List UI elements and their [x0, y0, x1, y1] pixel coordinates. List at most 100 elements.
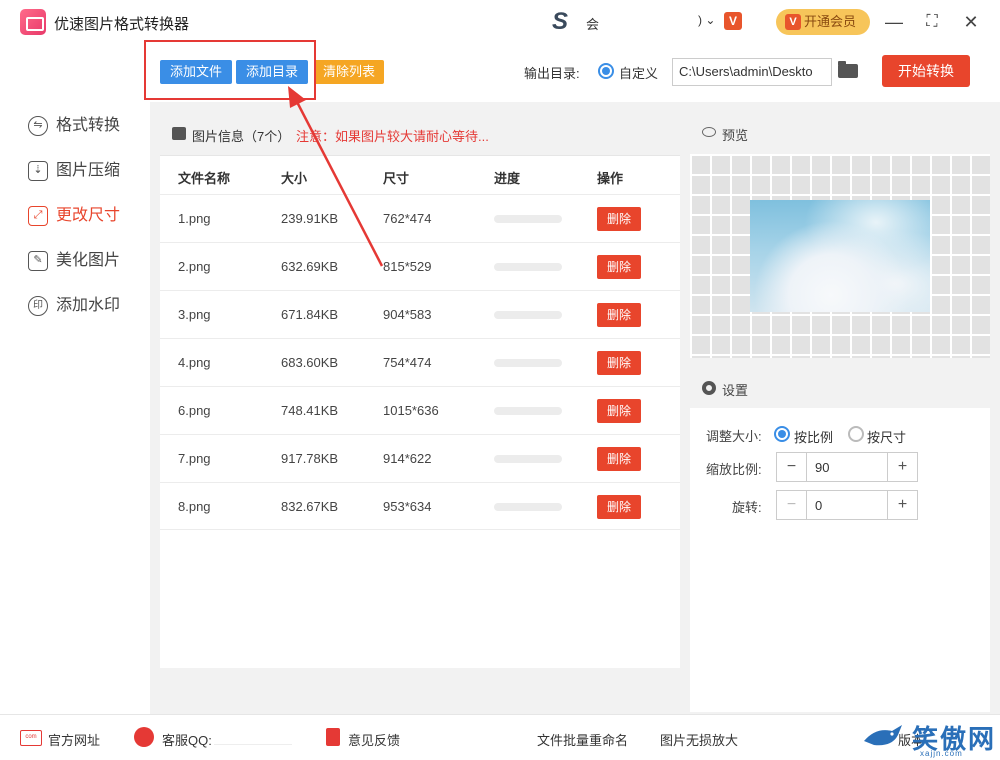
progress-bar: [494, 311, 562, 319]
file-list-title: 图片信息（7个）: [192, 129, 291, 144]
file-name: 3.png: [178, 307, 211, 322]
chevron-down-icon[interactable]: ) ⌄: [698, 13, 715, 27]
delete-button[interactable]: 删除: [597, 399, 641, 423]
file-name: 8.png: [178, 499, 211, 514]
output-path-field[interactable]: C:\Users\admin\Deskto: [672, 58, 832, 86]
delete-button[interactable]: 删除: [597, 447, 641, 471]
close-icon[interactable]: ✕: [957, 8, 985, 36]
clear-list-button[interactable]: 清除列表: [314, 60, 384, 84]
folder-icon[interactable]: [838, 61, 858, 78]
official-website-link[interactable]: 官方网址: [48, 730, 100, 749]
table-row[interactable]: 2.png 632.69KB 815*529 删除: [160, 242, 680, 290]
qq-number-redacted: [214, 731, 292, 745]
sidebar-item-label: 美化图片: [56, 252, 121, 269]
resize-by-size-label: 按尺寸: [867, 430, 907, 445]
file-size: 917.78KB: [281, 451, 339, 466]
vip-icon: V: [785, 14, 801, 30]
delete-button[interactable]: 删除: [597, 303, 641, 327]
delete-button[interactable]: 删除: [597, 495, 641, 519]
file-dims: 914*622: [383, 451, 432, 466]
watermark-url: xajjn.com: [920, 749, 963, 758]
output-custom-label: 自定义: [619, 66, 659, 81]
progress-bar: [494, 263, 562, 271]
feedback-link[interactable]: 意见反馈: [348, 730, 400, 749]
table-row[interactable]: 4.png 683.60KB 754*474 删除: [160, 338, 680, 386]
sidebar-item-beautify[interactable]: ✎ 美化图片: [28, 249, 120, 273]
sidebar-item-label: 添加水印: [56, 297, 121, 314]
file-size: 671.84KB: [281, 307, 339, 322]
delete-button[interactable]: 删除: [597, 351, 641, 375]
progress-bar: [494, 503, 562, 511]
sidebar-item-compress[interactable]: ⇣ 图片压缩: [28, 159, 120, 183]
settings-header: 设置: [690, 368, 990, 408]
scale-stepper[interactable]: − 90 +: [776, 452, 918, 482]
table-row[interactable]: 8.png 832.67KB 953*634 删除: [160, 482, 680, 530]
website-icon: com: [20, 730, 42, 746]
file-list-note: 注意：如果图片较大请耐心等待...: [296, 129, 489, 144]
support-qq-label[interactable]: 客服QQ:: [162, 730, 212, 749]
column-header-progress: 进度: [494, 171, 521, 186]
progress-bar: [494, 455, 562, 463]
beautify-icon: ✎: [28, 251, 48, 271]
sidebar-item-label: 更改尺寸: [56, 207, 121, 224]
vip-badge-icon: V: [724, 12, 742, 30]
batch-rename-link[interactable]: 文件批量重命名: [537, 730, 628, 749]
file-name: 4.png: [178, 355, 211, 370]
sidebar-item-watermark[interactable]: 印 添加水印: [28, 294, 120, 318]
open-vip-label: 开通会员: [804, 14, 857, 29]
minus-icon[interactable]: −: [777, 491, 807, 519]
maximize-icon[interactable]: ⛶: [918, 8, 946, 36]
resize-by-ratio-radio[interactable]: [774, 426, 790, 442]
delete-button[interactable]: 删除: [597, 207, 641, 231]
file-name: 1.png: [178, 211, 211, 226]
user-name[interactable]: 会: [586, 14, 599, 33]
plus-icon[interactable]: +: [887, 453, 917, 481]
settings-panel: 设置: [690, 368, 990, 712]
table-row[interactable]: 6.png 748.41KB 1015*636 删除: [160, 386, 680, 434]
progress-bar: [494, 215, 562, 223]
file-dims: 904*583: [383, 307, 432, 322]
compress-icon: ⇣: [28, 161, 48, 181]
open-vip-button[interactable]: V 开通会员: [776, 9, 870, 35]
sidebar-item-format-convert[interactable]: ⇋ 格式转换: [28, 114, 120, 138]
table-row[interactable]: 3.png 671.84KB 904*583 删除: [160, 290, 680, 338]
sidebar-item-label: 格式转换: [56, 117, 121, 134]
watermark-icon: 印: [28, 296, 48, 316]
app-logo-icon: [20, 9, 46, 35]
sidebar-item-resize[interactable]: ⤢ 更改尺寸: [28, 204, 120, 228]
file-name: 2.png: [178, 259, 211, 274]
scale-label: 缩放比例:: [706, 462, 762, 477]
file-name: 6.png: [178, 403, 211, 418]
column-header-action: 操作: [597, 171, 624, 186]
rotate-label: 旋转:: [732, 500, 762, 515]
minus-icon[interactable]: −: [777, 453, 807, 481]
format-convert-icon: ⇋: [28, 116, 48, 136]
user-avatar-icon[interactable]: S: [552, 8, 568, 36]
file-size: 683.60KB: [281, 355, 339, 370]
file-size: 748.41KB: [281, 403, 339, 418]
table-row[interactable]: 7.png 917.78KB 914*622 删除: [160, 434, 680, 482]
column-header-size: 大小: [281, 171, 308, 186]
app-title: 优速图片格式转换器: [54, 16, 190, 33]
title-bar: 优速图片格式转换器 S 会 ) ⌄ V V 开通会员 — ⛶ ✕: [0, 0, 1000, 44]
bottom-bar: com 官方网址 客服QQ: 意见反馈 文件批量重命名 图片无损放大 版本 笑傲…: [0, 714, 1000, 760]
rotate-stepper[interactable]: − 0 +: [776, 490, 918, 520]
file-size: 632.69KB: [281, 259, 339, 274]
gear-icon: [702, 381, 716, 395]
start-convert-button[interactable]: 开始转换: [882, 55, 970, 87]
settings-title: 设置: [722, 383, 749, 398]
qq-icon: [134, 727, 154, 747]
lossless-enlarge-link[interactable]: 图片无损放大: [660, 730, 738, 749]
resize-by-size-radio[interactable]: [848, 426, 864, 442]
watermark-shark-icon: [864, 725, 902, 746]
scale-value[interactable]: 90: [815, 460, 829, 475]
minimize-icon[interactable]: —: [880, 8, 908, 36]
delete-button[interactable]: 删除: [597, 255, 641, 279]
plus-icon[interactable]: +: [887, 491, 917, 519]
feedback-icon: [326, 728, 340, 746]
table-row[interactable]: 1.png 239.91KB 762*474 删除: [160, 194, 680, 242]
rotate-value[interactable]: 0: [815, 498, 822, 513]
preview-title: 预览: [722, 128, 749, 143]
annotation-highlight-box: [144, 40, 316, 100]
output-custom-radio[interactable]: [598, 63, 614, 79]
